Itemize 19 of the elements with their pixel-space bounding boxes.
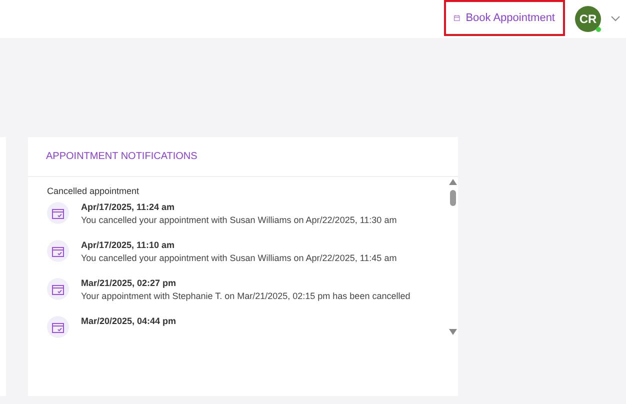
card-title: APPOINTMENT NOTIFICATIONS [28, 137, 458, 177]
calendar-check-icon [52, 208, 64, 218]
scroll-down-icon[interactable] [449, 329, 457, 335]
notification-time: Mar/20/2025, 04:44 pm [81, 316, 176, 326]
calendar-check-icon [52, 284, 64, 294]
section-heading: Cancelled appointment [47, 186, 140, 196]
notification-message: Your appointment with Stephanie T. on Mar/21/2025, 02:15 pm has been cancelled [81, 291, 410, 301]
calendar-check-icon [52, 322, 64, 332]
notification-message: You cancelled your appointment with Susan Williams on Apr/22/2025, 11:30 am [81, 215, 397, 225]
book-appointment-button[interactable]: Book Appointment [444, 0, 565, 36]
scroll-up-icon[interactable] [449, 179, 457, 185]
user-avatar[interactable]: CR [575, 6, 601, 32]
calendar-check-icon [52, 246, 64, 256]
notification-time: Apr/17/2025, 11:10 am [81, 240, 176, 250]
notification-time: Mar/21/2025, 02:27 pm [81, 278, 178, 288]
notification-message: You cancelled your appointment with Susan Williams on Apr/22/2025, 11:45 am [81, 253, 397, 263]
notification-time: Apr/17/2025, 11:24 am [81, 202, 176, 212]
chevron-down-icon[interactable] [611, 16, 620, 22]
scrollbar-thumb[interactable] [450, 190, 456, 206]
